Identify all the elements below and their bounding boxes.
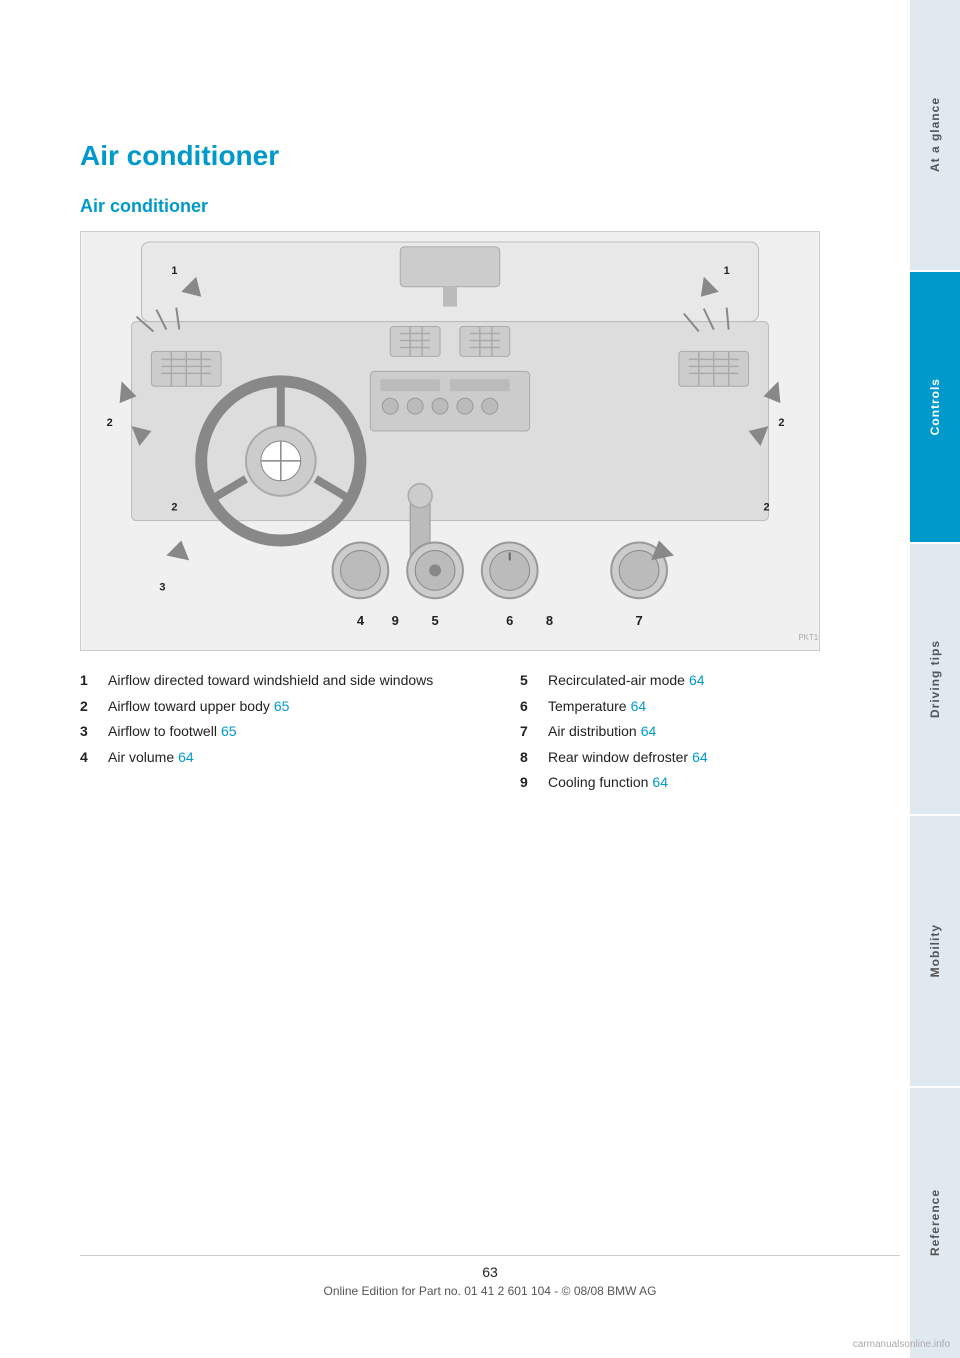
sidebar-section-controls[interactable]: Controls [910,272,960,542]
diagram-inner: 4 5 6 7 8 9 [81,232,819,650]
list-item: 3 Airflow to footwell 65 [80,722,460,742]
sidebar-label-driving-tips: Driving tips [928,640,942,718]
footer-text: Online Edition for Part no. 01 41 2 601 … [323,1284,656,1298]
svg-text:8: 8 [546,613,553,628]
sidebar-label-reference: Reference [928,1189,942,1256]
svg-text:6: 6 [506,613,513,628]
sidebar-section-at-glance[interactable]: At a glance [910,0,960,270]
list-item: 7 Air distribution 64 [520,722,900,742]
list-item: 6 Temperature 64 [520,697,900,717]
page-title: Air conditioner [80,140,900,172]
sidebar-label-mobility: Mobility [928,924,942,977]
svg-text:1: 1 [171,265,177,277]
svg-text:5: 5 [431,613,438,628]
list-item: 4 Air volume 64 [80,748,460,768]
list-item: 9 Cooling function 64 [520,773,900,793]
svg-text:9: 9 [392,613,399,628]
page-number: 63 [80,1264,900,1280]
sidebar-label-at-glance: At a glance [928,97,942,172]
svg-text:2: 2 [107,417,113,429]
svg-text:7: 7 [636,613,643,628]
svg-text:PKT16504: PKT16504 [798,633,819,642]
svg-text:4: 4 [357,613,365,628]
sidebar-section-mobility[interactable]: Mobility [910,816,960,1086]
list-item: 5 Recirculated-air mode 64 [520,671,900,691]
sidebar-section-reference[interactable]: Reference [910,1088,960,1358]
sidebar-section-driving-tips[interactable]: Driving tips [910,544,960,814]
watermark: carmanualsonline.info [853,1339,950,1350]
svg-text:2: 2 [778,417,784,429]
list-item: 8 Rear window defroster 64 [520,748,900,768]
section-title: Air conditioner [80,196,900,217]
main-content: Air conditioner Air conditioner [80,140,900,799]
sidebar: At a glance Controls Driving tips Mobili… [910,0,960,1358]
svg-text:2: 2 [171,502,177,514]
diagram-container: 4 5 6 7 8 9 [80,231,820,651]
svg-text:1: 1 [724,265,730,277]
list-item: 2 Airflow toward upper body 65 [80,697,460,717]
list-item: 1 Airflow directed toward windshield and… [80,671,460,691]
list-item [80,773,460,793]
items-grid: 1 Airflow directed toward windshield and… [80,671,900,799]
page-footer: 63 Online Edition for Part no. 01 41 2 6… [80,1255,900,1298]
svg-text:2: 2 [764,502,770,514]
svg-text:3: 3 [159,581,165,593]
sidebar-label-controls: Controls [928,378,942,435]
